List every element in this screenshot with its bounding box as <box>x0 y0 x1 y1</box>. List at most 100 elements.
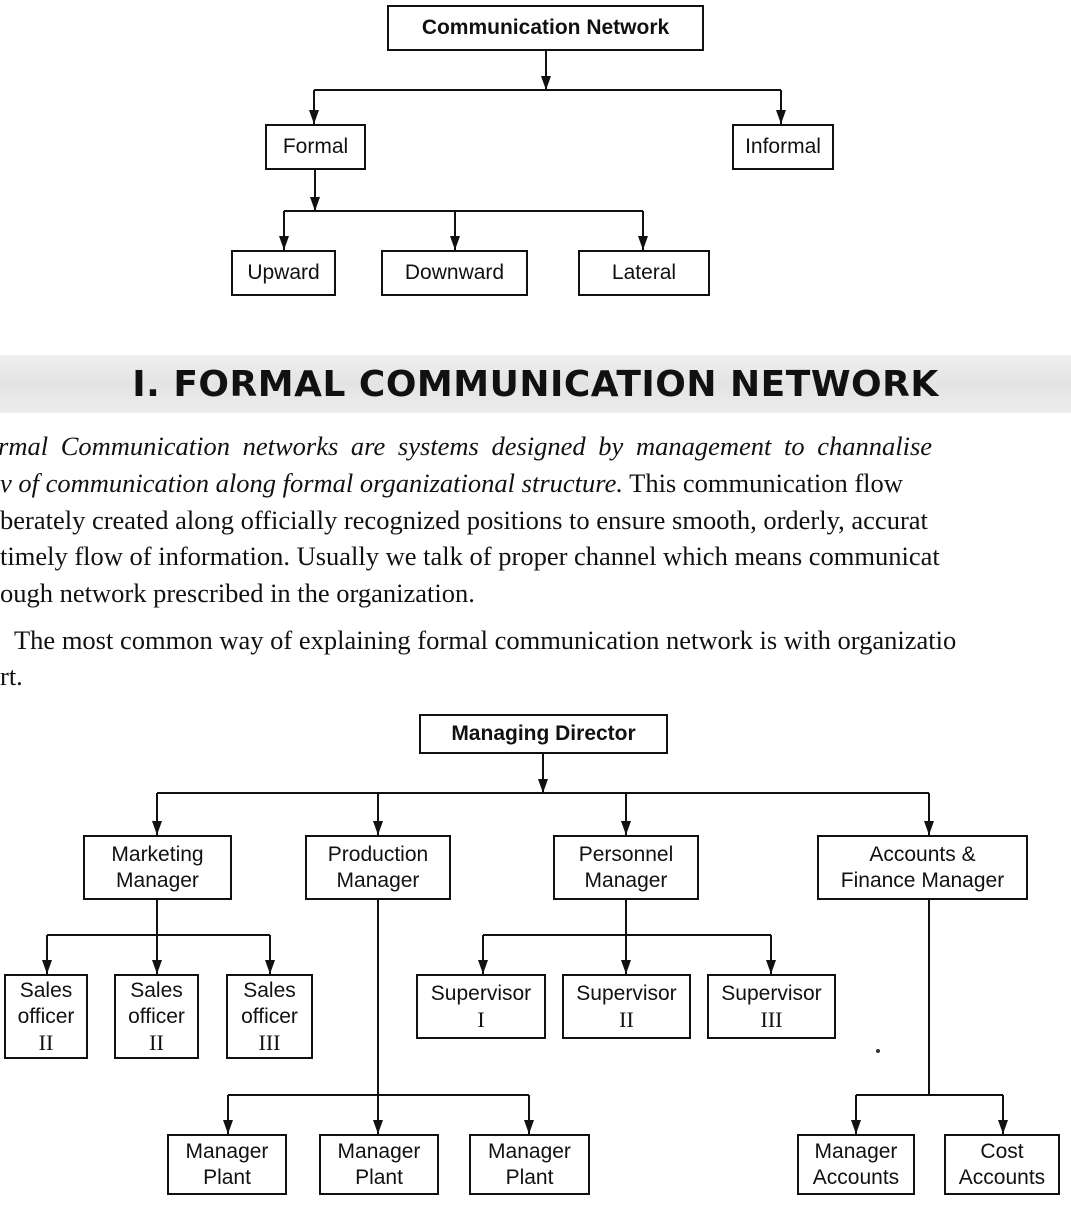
node-managing-director: Managing Director <box>419 714 668 754</box>
node-label: Managing Director <box>451 722 636 745</box>
node-sales-officer: Sales officer II <box>4 974 88 1059</box>
node-manager-plant: Manager Plant <box>319 1134 439 1195</box>
org-chart-connectors <box>46 754 1004 1134</box>
node-marketing-manager: Marketing Manager <box>83 835 232 900</box>
arrowhead <box>541 76 551 90</box>
node-supervisor: Supervisor II <box>562 974 691 1039</box>
node-label-line: Plant <box>505 1165 554 1189</box>
node-label-line: Supervisor <box>721 982 822 1005</box>
node-label-line: Manager <box>185 1139 269 1163</box>
arrowhead <box>152 960 162 974</box>
arrowhead <box>524 1120 534 1134</box>
arrowhead <box>310 197 320 211</box>
node-label-line: Production <box>327 842 429 866</box>
node-label-line: Accounts & <box>869 842 976 866</box>
node-label-line: Accounts <box>812 1165 900 1189</box>
node-label-line: Manager <box>337 1139 421 1163</box>
arrowhead <box>998 1120 1008 1134</box>
arrowhead <box>450 236 460 250</box>
node-label-line: officer <box>128 1005 185 1028</box>
paragraph-1-line-4: timely flow of information. Usually we t… <box>0 538 940 574</box>
node-cost-accounts: Cost Accounts <box>944 1134 1060 1195</box>
arrowhead <box>621 821 631 835</box>
body-text: ough network prescribed in the organizat… <box>0 578 475 608</box>
node-personnel-manager: Personnel Manager <box>553 835 699 900</box>
node-informal: Informal <box>732 124 834 170</box>
node-label-line: Marketing <box>111 842 204 866</box>
arrowhead <box>478 960 488 974</box>
arrowhead <box>621 960 631 974</box>
arrowhead <box>42 960 52 974</box>
arrowhead <box>538 779 548 793</box>
node-label-line: Plant <box>203 1165 251 1189</box>
arrowhead <box>924 821 934 835</box>
paragraph-1-line-1: rmal Communication networks are systems … <box>0 428 932 464</box>
node-label-line: II <box>619 1007 634 1032</box>
node-label-line: Finance Manager <box>840 868 1005 892</box>
body-text: berately created along officially recogn… <box>0 505 928 535</box>
paragraph-1-line-3: berately created along officially recogn… <box>0 502 928 538</box>
node-label-line: Manager <box>814 1139 898 1163</box>
arrowhead <box>373 821 383 835</box>
node-label-line: Personnel <box>578 842 674 866</box>
section-heading: I. FORMAL COMMUNICATION NETWORK <box>132 364 939 405</box>
arrowhead <box>373 1120 383 1134</box>
node-accounts-finance-manager: Accounts & Finance Manager <box>817 835 1028 900</box>
node-manager-accounts: Manager Accounts <box>797 1134 915 1195</box>
paragraph-2-line-2: rt. <box>0 658 23 694</box>
node-supervisor: Supervisor I <box>416 974 546 1039</box>
arrowhead <box>638 236 648 250</box>
arrowhead <box>309 110 319 124</box>
node-label-line: Accounts <box>958 1165 1046 1189</box>
node-label: Formal <box>282 135 349 158</box>
paragraph-1-line-5: ough network prescribed in the organizat… <box>0 575 475 611</box>
node-label-line: Supervisor <box>576 982 677 1005</box>
node-label-line: III <box>258 1030 281 1055</box>
node-manager-plant: Manager Plant <box>167 1134 287 1195</box>
node-label-line: Supervisor <box>430 982 532 1005</box>
node-formal: Formal <box>265 124 366 170</box>
node-label: Communication Network <box>421 16 670 39</box>
node-label: Upward <box>247 261 320 284</box>
arrowhead <box>776 110 786 124</box>
body-text: The most common way of explaining formal… <box>14 625 957 655</box>
node-label-line: II <box>149 1030 164 1055</box>
paragraph-2-line-1: The most common way of explaining formal… <box>14 622 956 658</box>
node-label-line: Manager <box>336 868 420 892</box>
node-label: Informal <box>745 135 821 158</box>
node-label-line: Sales <box>19 979 73 1002</box>
paragraph-1-line-2: v of communication along formal organiza… <box>0 465 903 501</box>
node-label-line: Plant <box>355 1165 403 1189</box>
body-text: rt. <box>0 661 23 691</box>
stray-dot <box>876 1049 880 1053</box>
node-label-line: Manager <box>488 1139 571 1163</box>
org-chart-arrowheads <box>42 779 1008 1134</box>
node-label-line: officer <box>241 1005 298 1028</box>
node-downward: Downward <box>381 250 528 296</box>
node-label-line: Manager <box>116 868 199 892</box>
arrowhead <box>851 1120 861 1134</box>
node-lateral: Lateral <box>578 250 710 296</box>
node-label-line: III <box>760 1007 783 1032</box>
arrowhead <box>152 821 162 835</box>
definition-text: v of communication along formal organiza… <box>0 468 623 498</box>
node-label-line: Sales <box>130 979 183 1002</box>
definition-text: rmal Communication networks are systems … <box>0 431 933 461</box>
node-label: Downward <box>404 261 505 284</box>
node-supervisor: Supervisor III <box>707 974 836 1039</box>
arrowhead <box>265 960 275 974</box>
arrowhead <box>766 960 776 974</box>
node-sales-officer: Sales officer II <box>114 974 199 1059</box>
node-label-line: I <box>477 1007 485 1032</box>
node-label-line: officer <box>17 1005 75 1028</box>
node-label-line: Sales <box>243 979 296 1002</box>
node-label: Lateral <box>611 261 677 284</box>
arrowhead <box>279 236 289 250</box>
node-communication-network: Communication Network <box>387 5 704 51</box>
node-label-line: Manager <box>584 868 668 892</box>
node-upward: Upward <box>231 250 336 296</box>
body-text: This communication flow <box>622 468 903 498</box>
node-manager-plant: Manager Plant <box>469 1134 590 1195</box>
node-sales-officer: Sales officer III <box>226 974 313 1059</box>
arrowhead <box>223 1120 233 1134</box>
